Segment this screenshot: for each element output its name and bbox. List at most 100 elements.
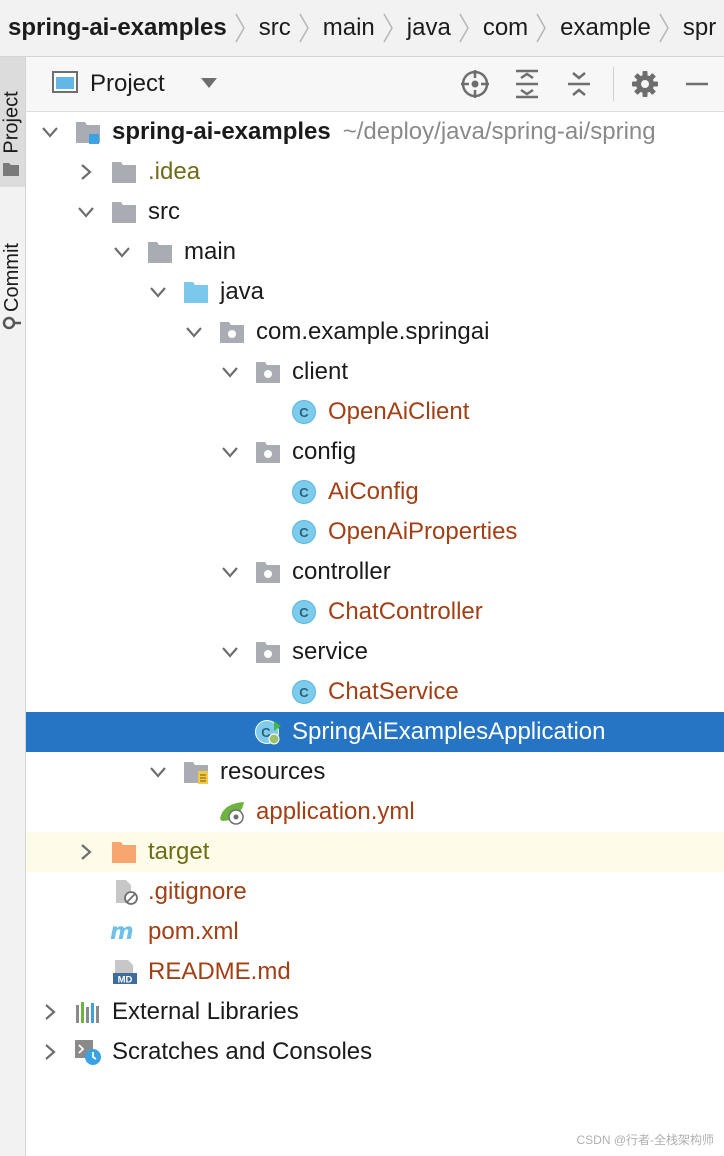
project-path: ~/deploy/java/spring-ai/spring [342,118,656,145]
folder-icon [148,242,172,263]
package-icon [256,562,280,583]
commit-stripe-label: Commit [1,242,24,312]
tree-row-chat-controller[interactable]: C ChatController [26,592,724,632]
svg-text:C: C [299,605,309,620]
class-icon: C [292,520,316,544]
project-name: spring-ai-examples [112,118,331,145]
tree-label: main [184,238,237,265]
source-folder-icon [184,282,208,303]
ignore-file-icon [116,880,138,905]
maven-icon: m [110,919,134,945]
markdown-file-icon: MD [113,960,137,986]
chevron-down-icon[interactable] [40,122,60,142]
minimize-icon[interactable] [682,69,712,99]
tree-label: java [220,278,265,305]
tree-row-application-yml[interactable]: application.yml [26,792,724,832]
breadcrumb-item-com[interactable]: com [475,0,552,56]
tree-label: pom.xml [148,918,239,945]
tree-label: resources [220,758,326,785]
tree-label: .gitignore [148,878,247,905]
tree-row-ai-config[interactable]: C AiConfig [26,472,724,512]
chevron-right-icon[interactable] [40,1042,60,1062]
collapse-all-icon[interactable] [564,69,594,99]
tree-row-project-root[interactable]: spring-ai-examples ~/deploy/java/spring-a… [26,112,724,152]
breadcrumb-item-example[interactable]: example [552,0,675,56]
spring-boot-class-icon: C [255,720,281,745]
tree-label: application.yml [256,798,415,825]
class-icon: C [292,400,316,424]
class-icon: C [292,680,316,704]
tree-row-main[interactable]: main [26,232,724,272]
tree-row-target[interactable]: target [26,832,724,872]
chevron-down-icon[interactable] [148,282,168,302]
libraries-icon [76,1002,99,1023]
chevron-right-icon[interactable] [76,842,96,862]
tree-row-pom[interactable]: m pom.xml [26,912,724,952]
tree-row-scratches[interactable]: Scratches and Consoles [26,1032,724,1072]
breadcrumb: spring-ai-examples src main java com exa… [0,0,724,57]
tree-row-chat-service[interactable]: C ChatService [26,672,724,712]
breadcrumb-item-main[interactable]: main [315,0,399,56]
chevron-down-icon[interactable] [220,442,240,462]
tree-label: spring-ai-examples ~/deploy/java/spring-a… [112,118,656,146]
tree-row-gitignore[interactable]: .gitignore [26,872,724,912]
breadcrumb-item-truncated[interactable]: spr [675,0,720,56]
toolbar-separator [613,67,614,101]
tree-row-package[interactable]: com.example.springai [26,312,724,352]
tree-label: AiConfig [328,478,419,505]
svg-text:MD: MD [118,975,133,986]
tree-label: config [292,438,357,465]
chevron-down-icon[interactable] [76,202,96,222]
tree-row-service[interactable]: service [26,632,724,672]
tree-row-application-class[interactable]: C SpringAiExamplesApplication [26,712,724,752]
breadcrumb-item-src[interactable]: src [251,0,315,56]
tree-row-controller[interactable]: controller [26,552,724,592]
tree-label: ChatController [328,598,483,625]
tree-label: com.example.springai [256,318,490,345]
tree-label: service [292,638,369,665]
project-stripe-label: Project [1,90,23,154]
folder-icon [112,162,136,183]
chevron-right-icon[interactable] [76,162,96,182]
package-icon [256,442,280,463]
gear-icon[interactable] [630,69,660,99]
tree-row-src[interactable]: src [26,192,724,232]
tree-label: .idea [148,158,201,185]
chevron-down-icon[interactable] [184,322,204,342]
tree-row-java[interactable]: java [26,272,724,312]
chevron-down-icon[interactable] [112,242,132,262]
tree-row-readme[interactable]: MD README.md [26,952,724,992]
chevron-down-icon[interactable] [220,642,240,662]
breadcrumb-item-project[interactable]: spring-ai-examples [0,0,251,56]
tree-row-external-libraries[interactable]: External Libraries [26,992,724,1032]
folder-icon [112,202,136,223]
chevron-down-icon[interactable] [220,362,240,382]
locate-icon[interactable] [460,69,490,99]
scratches-icon [75,1040,101,1065]
svg-text:C: C [299,485,309,500]
watermark: CSDN @行者-全栈架构师 [576,1133,714,1147]
chevron-down-icon[interactable] [200,77,218,89]
folder-icon [3,163,19,176]
tree-row-client[interactable]: client [26,352,724,392]
tree-row-idea[interactable]: .idea [26,152,724,192]
project-view-title[interactable]: Project [90,70,165,98]
expand-all-icon[interactable] [512,69,542,99]
tool-window-stripe: Project Commit [0,57,26,1156]
chevron-down-icon[interactable] [220,562,240,582]
chevron-down-icon[interactable] [148,762,168,782]
svg-text:C: C [299,405,309,420]
tree-row-openai-properties[interactable]: C OpenAiProperties [26,512,724,552]
svg-text:C: C [299,525,309,540]
spring-config-icon [220,802,244,825]
chevron-right-icon[interactable] [40,1002,60,1022]
tree-label: External Libraries [112,998,299,1025]
tree-row-openai-client[interactable]: C OpenAiClient [26,392,724,432]
class-icon: C [292,600,316,624]
tree-row-config[interactable]: config [26,432,724,472]
tree-label: src [148,198,180,225]
tree-label: OpenAiClient [328,398,470,425]
breadcrumb-item-java[interactable]: java [399,0,475,56]
package-icon [256,642,280,663]
tree-row-resources[interactable]: resources [26,752,724,792]
